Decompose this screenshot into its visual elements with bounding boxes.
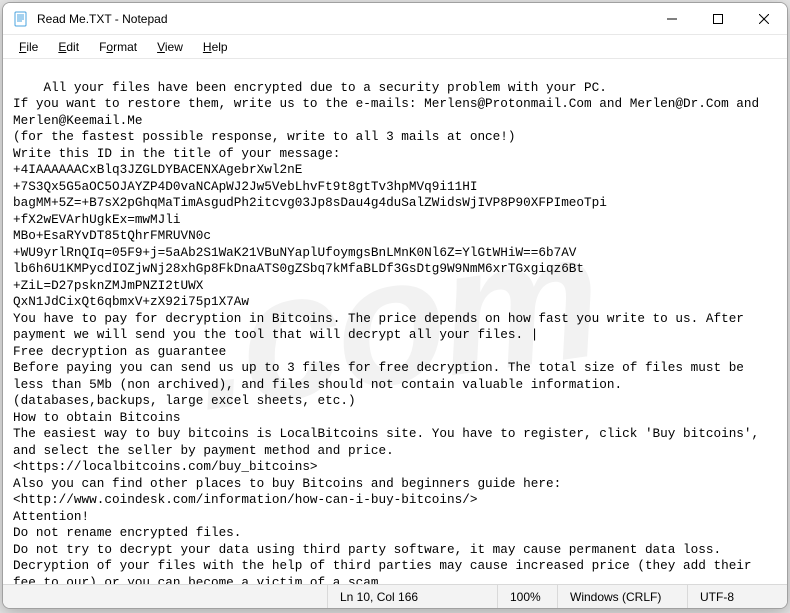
text-editor[interactable]: All your files have been encrypted due t… bbox=[3, 59, 787, 584]
maximize-icon bbox=[713, 14, 723, 24]
status-encoding: UTF-8 bbox=[687, 585, 787, 608]
menu-view[interactable]: View bbox=[147, 38, 193, 56]
minimize-icon bbox=[667, 14, 677, 24]
editor-content: All your files have been encrypted due t… bbox=[13, 80, 767, 585]
window-title: Read Me.TXT - Notepad bbox=[37, 12, 168, 26]
maximize-button[interactable] bbox=[695, 3, 741, 35]
status-empty bbox=[3, 585, 327, 608]
window-controls bbox=[649, 3, 787, 34]
menu-edit[interactable]: Edit bbox=[48, 38, 89, 56]
notepad-window: Read Me.TXT - Notepad File Edit Format V… bbox=[2, 2, 788, 609]
menu-file[interactable]: File bbox=[9, 38, 48, 56]
status-zoom: 100% bbox=[497, 585, 557, 608]
titlebar: Read Me.TXT - Notepad bbox=[3, 3, 787, 35]
close-icon bbox=[759, 14, 769, 24]
minimize-button[interactable] bbox=[649, 3, 695, 35]
menu-help[interactable]: Help bbox=[193, 38, 238, 56]
menu-format[interactable]: Format bbox=[89, 38, 147, 56]
notepad-icon bbox=[13, 11, 29, 27]
close-button[interactable] bbox=[741, 3, 787, 35]
status-position: Ln 10, Col 166 bbox=[327, 585, 497, 608]
statusbar: Ln 10, Col 166 100% Windows (CRLF) UTF-8 bbox=[3, 584, 787, 608]
menubar: File Edit Format View Help bbox=[3, 35, 787, 59]
status-eol: Windows (CRLF) bbox=[557, 585, 687, 608]
